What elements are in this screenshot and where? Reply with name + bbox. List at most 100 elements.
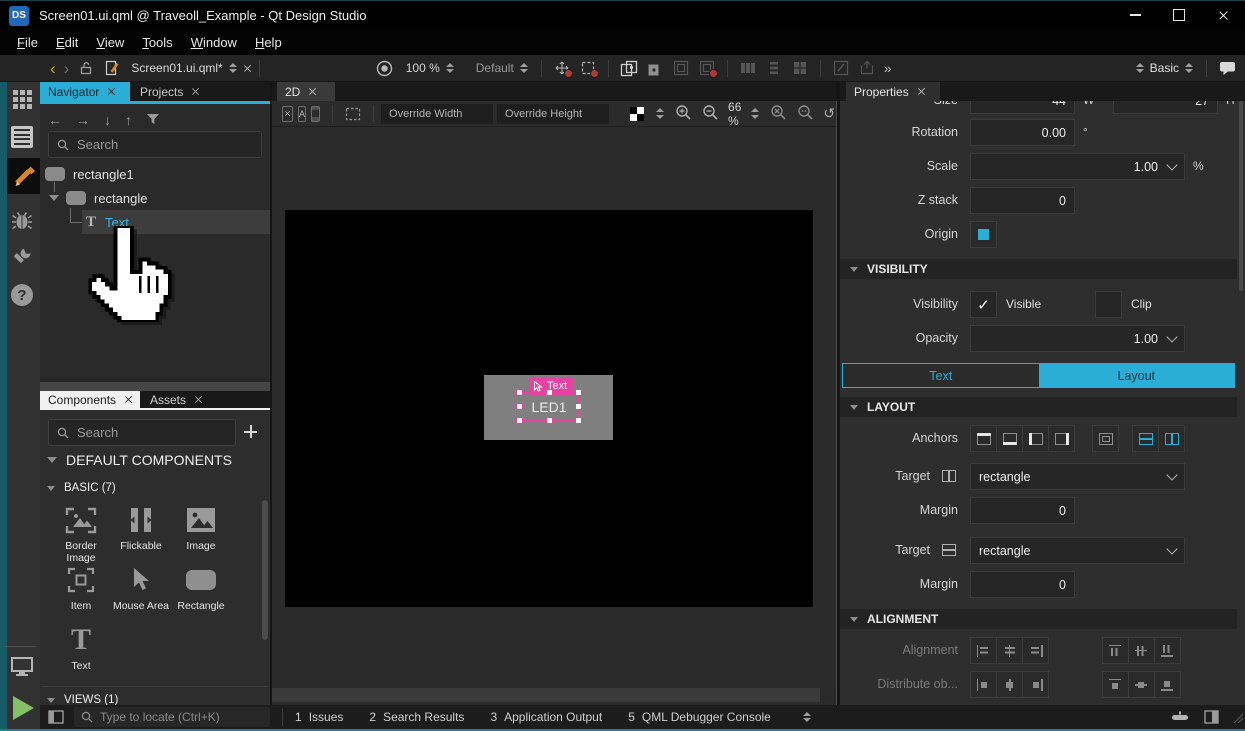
tab-navigator-close-icon[interactable] (107, 87, 116, 96)
annotation-filled-icon[interactable] (311, 106, 320, 122)
align-top-button[interactable] (1102, 637, 1129, 664)
edit-mode-icon[interactable] (10, 126, 34, 148)
run-preview-icon[interactable] (375, 59, 395, 77)
tools-mode-icon[interactable] (10, 246, 34, 268)
back-icon[interactable]: ‹ (46, 60, 60, 77)
maximize-button[interactable] (1157, 0, 1201, 30)
file-selector-spinner[interactable] (229, 63, 237, 74)
resize-handle[interactable] (516, 417, 523, 424)
move-left-icon[interactable]: ← (48, 112, 62, 128)
lock-icon[interactable] (76, 59, 96, 77)
resize-handle[interactable] (575, 389, 582, 396)
reset-view-icon[interactable]: ↺ (823, 105, 835, 122)
distribute-center-v-button[interactable] (996, 671, 1023, 698)
anchor-right-button[interactable] (1048, 425, 1075, 452)
background-checker-icon[interactable] (627, 105, 647, 123)
anchor-left-button[interactable] (1022, 425, 1049, 452)
component-flickable[interactable]: Flickable (112, 505, 170, 552)
components-scrollbar[interactable] (262, 500, 268, 640)
component-text[interactable]: T Text (52, 625, 110, 672)
tab-components[interactable]: Components (40, 391, 140, 408)
run-button[interactable] (10, 694, 34, 722)
tab-properties[interactable]: Properties (846, 82, 940, 101)
menu-window[interactable]: Window (182, 31, 246, 54)
zoom-out-icon[interactable] (702, 104, 719, 124)
anchor-hcenter-button[interactable] (1158, 425, 1185, 452)
opacity-field[interactable]: 1.00 (970, 325, 1185, 352)
tree-item-rectangle[interactable]: rectangle (40, 186, 270, 210)
welcome-mode-icon[interactable] (10, 90, 34, 109)
anchor-top-button[interactable] (970, 425, 997, 452)
resize-grip-icon[interactable] (1231, 711, 1243, 723)
scale-field[interactable]: 1.00 (970, 153, 1185, 180)
tab-2d-close-icon[interactable] (308, 87, 317, 96)
tab-2d[interactable]: 2D (277, 82, 335, 101)
style-spinner[interactable] (520, 63, 528, 74)
zoom-in-icon[interactable] (675, 104, 692, 124)
distribute-middle-button[interactable] (1128, 671, 1155, 698)
output-pane-spinner[interactable] (803, 712, 811, 723)
component-image[interactable]: Image (172, 505, 230, 552)
override-height-input[interactable]: Override Height (497, 104, 609, 124)
tab-navigator[interactable]: Navigator (40, 82, 130, 101)
move-tool-icon[interactable] (552, 59, 572, 77)
close-button[interactable] (1201, 0, 1245, 30)
align-right-button[interactable] (1022, 637, 1049, 664)
zstack-field[interactable]: 0 (970, 187, 1075, 214)
height-field[interactable]: 27 (1113, 101, 1218, 114)
locator-input[interactable]: Type to locate (Ctrl+K) (74, 707, 270, 727)
visibility-section-header[interactable]: VISIBILITY (840, 259, 1237, 279)
toggle-right-sidebar-icon[interactable] (1201, 708, 1221, 726)
target2-dropdown[interactable]: rectangle (970, 537, 1185, 564)
chevron-down-icon[interactable] (1166, 159, 1177, 170)
menu-file[interactable]: File (8, 31, 47, 54)
alignment-section-header[interactable]: ALIGNMENT (840, 609, 1237, 629)
annotation-none-icon[interactable] (282, 106, 293, 122)
menu-view[interactable]: View (87, 31, 133, 54)
align-left-button[interactable] (970, 637, 997, 664)
tab-components-close-icon[interactable] (124, 395, 132, 404)
resize-handle[interactable] (546, 389, 553, 396)
annotation-text-icon[interactable]: A (298, 106, 306, 122)
component-rectangle[interactable]: Rectangle (172, 565, 230, 612)
tab-assets[interactable]: Assets (142, 391, 212, 408)
tab-properties-close-icon[interactable] (917, 87, 926, 96)
kit-spinner-left[interactable] (1136, 63, 1144, 74)
subtab-text[interactable]: Text (843, 364, 1039, 387)
help-mode-icon[interactable]: ? (10, 284, 34, 306)
distribute-top-button[interactable] (1102, 671, 1129, 698)
menu-edit[interactable]: Edit (47, 31, 87, 54)
minimize-button[interactable] (1113, 0, 1157, 30)
resize-handle[interactable] (516, 389, 523, 396)
align-center-vertical-button[interactable] (996, 637, 1023, 664)
section-basic[interactable]: BASIC (7) (47, 482, 116, 494)
navigator-search-input[interactable]: Search (48, 131, 262, 158)
subtab-layout[interactable]: Layout (1039, 364, 1235, 387)
toggle-left-sidebar-icon[interactable] (46, 708, 66, 726)
move-up-icon[interactable]: ↑ (125, 112, 132, 128)
align-middle-button[interactable] (1128, 637, 1155, 664)
tab-projects[interactable]: Projects (132, 82, 210, 101)
tab-assets-close-icon[interactable] (194, 395, 203, 404)
close-file-icon[interactable] (243, 64, 252, 73)
distribute-left-button[interactable] (970, 671, 997, 698)
design-mode-icon[interactable] (7, 158, 40, 194)
distribute-bottom-button[interactable] (1154, 671, 1181, 698)
show-bounds-icon[interactable] (343, 105, 363, 123)
resize-handle[interactable] (575, 417, 582, 424)
selection-frame-icon[interactable] (578, 59, 598, 77)
visible-checkbox[interactable]: ✓ (970, 291, 997, 318)
move-right-icon[interactable]: → (76, 112, 90, 128)
distribute-right-button[interactable] (1022, 671, 1049, 698)
component-mouse-area[interactable]: Mouse Area (112, 565, 170, 612)
target1-dropdown[interactable]: rectangle (970, 463, 1185, 490)
move-down-icon[interactable]: ↓ (104, 112, 111, 128)
expander-icon[interactable] (49, 195, 59, 201)
component-border-image[interactable]: Border Image (52, 505, 110, 564)
layout-section-header[interactable]: LAYOUT (840, 397, 1237, 417)
properties-scrollbar[interactable] (1239, 101, 1243, 291)
zoom-fit-icon[interactable] (797, 104, 814, 124)
filter-icon[interactable] (146, 112, 160, 128)
style-selector[interactable]: Default (476, 61, 514, 75)
section-default-components[interactable]: DEFAULT COMPONENTS (47, 452, 232, 468)
